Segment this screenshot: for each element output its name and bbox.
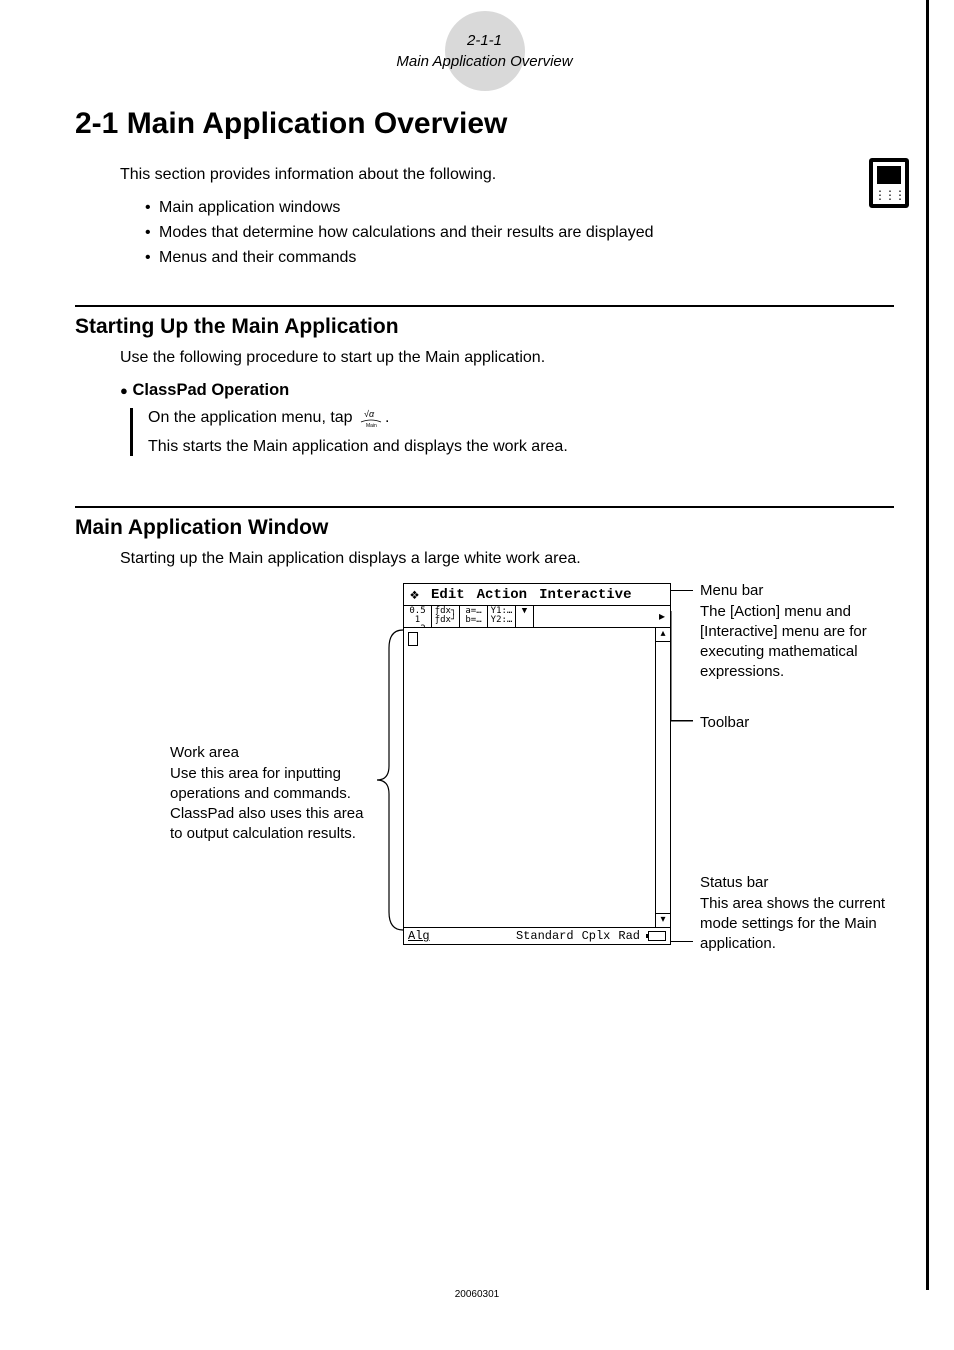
callout-title: Toolbar	[700, 713, 900, 733]
section2-heading: Main Application Window	[75, 516, 894, 540]
intro-text: This section provides information about …	[120, 166, 894, 184]
menu-interactive[interactable]: Interactive	[536, 587, 634, 603]
window-diagram: Work area Use this area for inputting op…	[75, 583, 894, 1003]
calc-toolbar: 0.5 1 ←►2 ƒdx┐ ƒdx┘ a=… b=… Y1:… Y2:… ▼ …	[404, 606, 670, 628]
main-app-icon: √α Main	[357, 408, 385, 428]
bullet-item: Menus and their commands	[145, 246, 894, 271]
callout-title: Work area	[170, 743, 375, 763]
scroll-up-icon[interactable]: ▴	[656, 628, 670, 642]
status-cplx[interactable]: Cplx	[582, 929, 611, 943]
calc-statusbar: Alg Standard Cplx Rad	[404, 928, 670, 944]
scroll-track[interactable]	[656, 642, 670, 913]
callout-work-area: Work area Use this area for inputting op…	[170, 743, 375, 844]
input-cursor	[408, 632, 418, 646]
callout-title: Menu bar	[700, 581, 915, 601]
procedure-block: On the application menu, tap √α Main. Thi…	[130, 408, 894, 456]
section1-body: Use the following procedure to start up …	[120, 349, 894, 367]
page-header-bubble: 2-1-1 Main Application Overview	[355, 30, 615, 72]
callout-menubar: Menu bar The [Action] menu and [Interact…	[700, 581, 915, 682]
tb-btn-graph[interactable]: Y1:… Y2:…	[488, 606, 516, 627]
classpad-operation-head: ● ClassPad Operation	[120, 381, 894, 400]
page-header-title: Main Application Overview	[355, 51, 615, 72]
section-rule	[75, 506, 894, 508]
left-brace	[375, 628, 405, 933]
svg-text:√α: √α	[364, 409, 375, 419]
tb-btn-integral[interactable]: ƒdx┐ ƒdx┘	[432, 606, 460, 627]
menu-logo-icon[interactable]: ❖	[407, 585, 422, 604]
menu-edit[interactable]: Edit	[428, 587, 468, 603]
sub-head-label: ClassPad Operation	[132, 381, 289, 399]
procedure-line2: This starts the Main application and dis…	[148, 438, 894, 456]
section2-body: Starting up the Main application display…	[120, 550, 894, 568]
proc-text-b: .	[385, 410, 389, 427]
callout-body: Use this area for inputting operations a…	[170, 764, 375, 845]
h1-title: 2-1 Main Application Overview	[75, 107, 894, 141]
leader-status-line	[671, 881, 695, 943]
callout-statusbar: Status bar This area shows the current m…	[700, 873, 920, 954]
tb-btn-assign[interactable]: a=… b=…	[460, 606, 488, 627]
tb-btn-decimal[interactable]: 0.5 1 ←►2	[404, 606, 432, 627]
scroll-down-icon[interactable]: ▾	[656, 913, 670, 927]
calculator-screenshot: ❖ Edit Action Interactive 0.5 1 ←►2 ƒdx┐…	[403, 583, 671, 953]
section1-heading: Starting Up the Main Application	[75, 315, 894, 339]
calc-work-area[interactable]: ▴ ▾	[404, 628, 670, 928]
calc-menubar[interactable]: ❖ Edit Action Interactive	[404, 584, 670, 606]
leader-toolbar-line	[671, 611, 695, 726]
work-main[interactable]	[404, 628, 656, 927]
procedure-line1: On the application menu, tap √α Main.	[148, 408, 894, 428]
callout-body: This area shows the current mode setting…	[700, 894, 920, 955]
svg-text:Main: Main	[366, 423, 377, 428]
callout-body: The [Action] menu and [Interactive] menu…	[700, 602, 915, 683]
callout-title: Status bar	[700, 873, 920, 893]
battery-icon	[648, 931, 666, 941]
section-rule	[75, 305, 894, 307]
proc-text-a: On the application menu, tap	[148, 410, 357, 427]
status-rad[interactable]: Rad	[618, 929, 640, 943]
calc-scrollbar[interactable]: ▴ ▾	[656, 628, 670, 927]
status-standard[interactable]: Standard	[516, 929, 574, 943]
intro-bullets: Main application windows Modes that dete…	[145, 196, 894, 270]
tb-btn-dropdown-icon[interactable]: ▼	[516, 606, 534, 627]
menu-action[interactable]: Action	[474, 587, 530, 603]
bullet-item: Modes that determine how calculations an…	[145, 221, 894, 246]
callout-toolbar: Toolbar	[700, 713, 900, 733]
page-ref: 2-1-1	[355, 30, 615, 51]
page-footer-date: 20060301	[0, 1289, 954, 1300]
tb-scroll-right-icon[interactable]: ▸	[654, 606, 670, 627]
bullet-item: Main application windows	[145, 196, 894, 221]
status-alg[interactable]: Alg	[408, 929, 430, 943]
